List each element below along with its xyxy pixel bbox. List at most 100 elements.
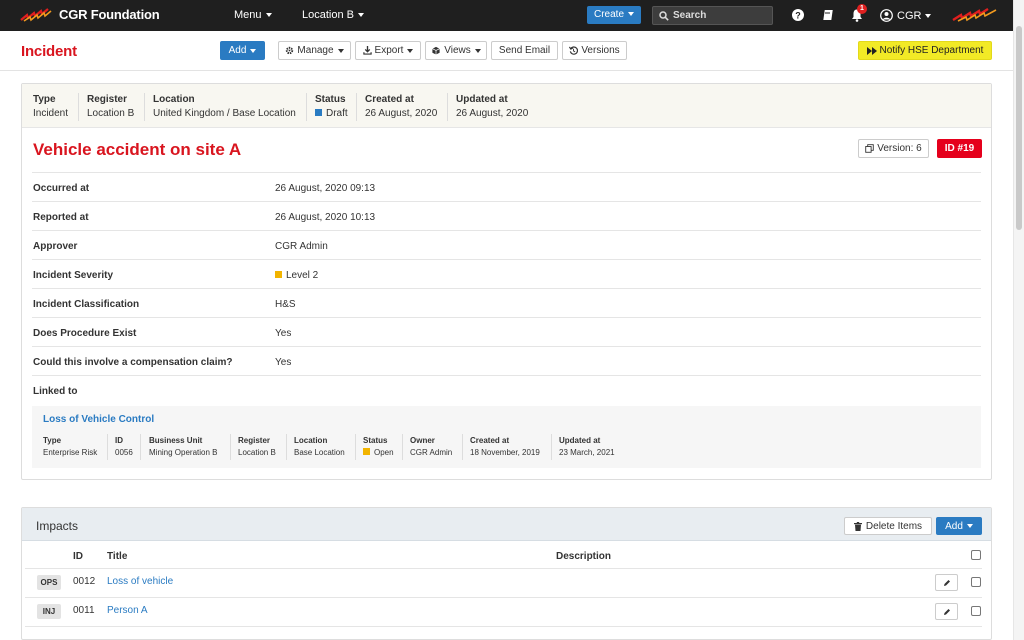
search-box[interactable]	[652, 6, 773, 25]
field-label: Approver	[33, 241, 78, 252]
field-value: H&S	[275, 299, 296, 310]
column-header-title[interactable]: Title	[107, 551, 127, 562]
divider	[551, 434, 552, 460]
meta-register: Register Location B	[87, 94, 134, 119]
send-email-button[interactable]: Send Email	[491, 41, 558, 60]
vertical-scrollbar[interactable]	[1013, 0, 1024, 640]
impact-id: 0011	[73, 605, 95, 616]
linked-created: Created at 18 November, 2019	[470, 436, 540, 457]
page-title: Incident	[21, 43, 77, 60]
pencil-icon	[943, 608, 950, 615]
brand[interactable]: CGR Foundation	[20, 7, 160, 22]
status-color-icon	[315, 109, 322, 116]
divider	[355, 434, 356, 460]
create-button[interactable]: Create	[587, 6, 641, 24]
linked-status: Status Open	[363, 436, 394, 457]
register-link[interactable]: Location B	[87, 108, 134, 119]
meta-location-value: United Kingdom / Base Location	[153, 108, 296, 119]
field-reported-at: Reported at 26 August, 2020 10:13	[32, 201, 981, 230]
manage-button[interactable]: Manage	[278, 41, 351, 60]
views-label: Views	[444, 45, 471, 56]
divider	[306, 93, 307, 121]
field-procedure-exists: Does Procedure Exist Yes	[32, 317, 981, 346]
impact-title-link[interactable]: Loss of vehicle	[107, 576, 173, 587]
chevron-down-icon	[265, 13, 272, 18]
linked-location: Location Base Location	[294, 436, 345, 457]
book-icon[interactable]	[820, 8, 834, 22]
divider	[140, 434, 141, 460]
linked-bu-value: Mining Operation B	[149, 448, 218, 457]
scrollbar-thumb[interactable]	[1016, 26, 1022, 230]
download-icon	[362, 46, 372, 55]
chevron-down-icon	[250, 48, 257, 53]
linked-type-label: Type	[43, 436, 62, 445]
select-all-checkbox[interactable]	[971, 550, 981, 560]
add-button[interactable]: Add	[220, 41, 265, 60]
impact-title-link[interactable]: Person A	[107, 605, 148, 616]
notification-badge: 1	[857, 4, 867, 14]
location-label: Location B	[302, 9, 354, 21]
edit-button[interactable]	[935, 603, 958, 620]
search-icon	[659, 10, 669, 21]
company-logo-icon	[952, 8, 997, 22]
menu-dropdown[interactable]: Menu	[234, 9, 272, 21]
column-header-id[interactable]: ID	[73, 551, 83, 562]
record-title: Vehicle accident on site A	[33, 140, 242, 159]
brand-name: CGR Foundation	[59, 7, 160, 22]
linked-record-link[interactable]: Loss of Vehicle Control	[43, 414, 154, 425]
meta-status-value: Draft	[326, 108, 348, 119]
divider	[286, 434, 287, 460]
impact-id: 0012	[73, 576, 96, 587]
divider	[25, 626, 982, 627]
version-button[interactable]: Version: 6	[858, 139, 929, 158]
field-label: Linked to	[33, 386, 78, 397]
search-input[interactable]	[673, 10, 763, 21]
record-id-badge: ID #19	[937, 139, 982, 158]
impacts-header: Impacts Delete Items Add	[22, 508, 991, 541]
pencil-icon	[943, 579, 950, 586]
meta-created-label: Created at	[365, 94, 414, 105]
linked-type-value: Enterprise Risk	[43, 448, 98, 457]
meta-created-value: 26 August, 2020	[365, 108, 438, 119]
divider	[107, 434, 108, 460]
linked-owner-label: Owner	[410, 436, 435, 445]
column-header-description[interactable]: Description	[556, 551, 611, 562]
field-compensation-claim: Could this involve a compensation claim?…	[32, 346, 981, 375]
divider	[25, 568, 982, 569]
linked-id: ID 0056	[115, 436, 133, 457]
notify-hse-button[interactable]: Notify HSE Department	[858, 41, 992, 60]
divider	[230, 434, 231, 460]
location-dropdown[interactable]: Location B	[302, 9, 364, 21]
linked-register-label: Register	[238, 436, 271, 445]
chevron-down-icon	[628, 12, 634, 17]
linked-bu-label: Business Unit	[149, 436, 203, 445]
status-color-icon	[363, 448, 370, 455]
svg-text:?: ?	[795, 11, 801, 21]
create-label: Create	[593, 9, 624, 20]
divider	[78, 93, 79, 121]
add-impact-label: Add	[945, 520, 963, 532]
category-badge: OPS	[37, 575, 61, 590]
field-incident-classification: Incident Classification H&S	[32, 288, 981, 317]
field-value: 26 August, 2020 10:13	[275, 212, 376, 223]
impacts-title: Impacts	[36, 519, 79, 533]
divider	[144, 93, 145, 121]
row-checkbox[interactable]	[971, 606, 981, 616]
field-value: Level 2	[286, 270, 319, 281]
chevron-down-icon	[337, 48, 344, 53]
versions-button[interactable]: Versions	[562, 41, 627, 60]
views-button[interactable]: Views	[425, 41, 487, 60]
export-button[interactable]: Export	[355, 41, 421, 60]
export-label: Export	[374, 45, 404, 56]
delete-items-button[interactable]: Delete Items	[844, 517, 932, 535]
linked-id-label: ID	[115, 436, 123, 445]
top-navbar: CGR Foundation Menu Location B Create ? …	[0, 0, 1013, 31]
help-icon[interactable]: ?	[791, 8, 805, 22]
edit-button[interactable]	[935, 574, 958, 591]
linked-type: Type Enterprise Risk	[43, 436, 97, 457]
user-menu[interactable]: CGR	[880, 9, 932, 22]
add-impact-button[interactable]: Add	[936, 517, 982, 535]
user-avatar-icon	[880, 9, 893, 22]
divider	[462, 434, 463, 460]
row-checkbox[interactable]	[971, 577, 981, 587]
